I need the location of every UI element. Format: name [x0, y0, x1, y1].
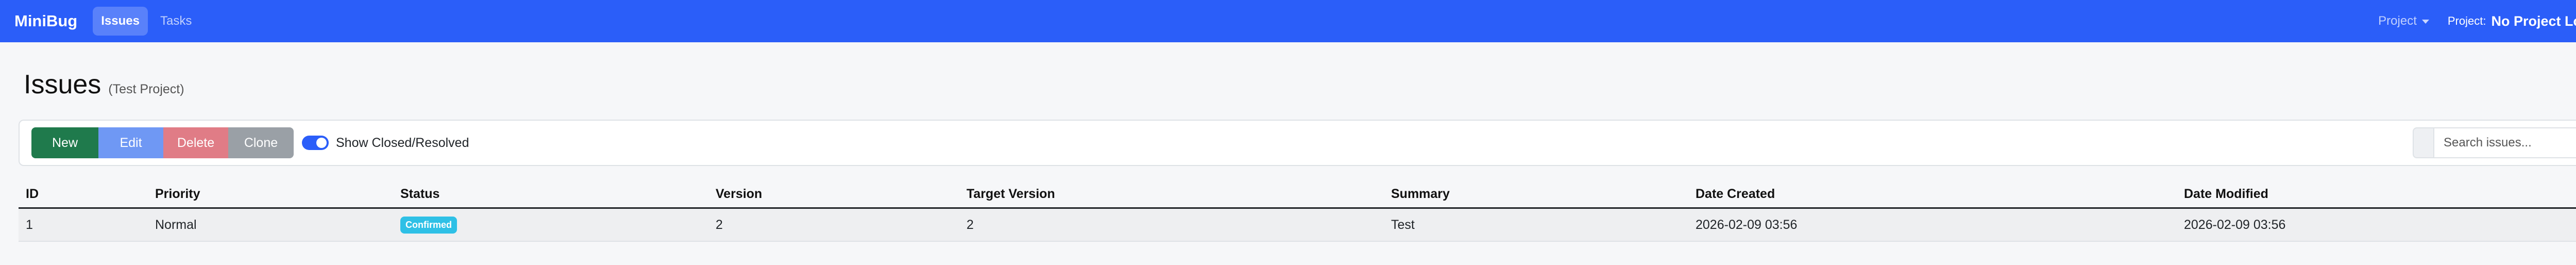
column-header-date-modified[interactable]: Date Modified	[2177, 180, 2576, 209]
show-closed-toggle[interactable]	[302, 136, 329, 150]
column-header-target-version[interactable]: Target Version	[959, 180, 1384, 209]
cell-target-version: 2	[959, 208, 1384, 242]
column-header-date-created[interactable]: Date Created	[1688, 180, 2177, 209]
project-value: No Project Loaded	[2491, 13, 2576, 29]
column-header-id[interactable]: ID	[19, 180, 148, 209]
issues-table: ID Priority Status Version Target Versio…	[19, 180, 2576, 242]
table-header-row: ID Priority Status Version Target Versio…	[19, 180, 2576, 209]
table-row[interactable]: 1 Normal Confirmed 2 2 Test 2026-02-09 0…	[19, 208, 2576, 242]
cell-date-modified: 2026-02-09 03:56	[2177, 208, 2576, 242]
cell-date-created: 2026-02-09 03:56	[1688, 208, 2177, 242]
column-header-priority[interactable]: Priority	[148, 180, 393, 209]
nav-link-issues[interactable]: Issues	[93, 7, 148, 36]
toolbar: New Edit Delete Clone Show Closed/Resolv…	[19, 120, 2576, 166]
edit-button[interactable]: Edit	[98, 127, 163, 158]
cell-priority: Normal	[148, 208, 393, 242]
show-closed-toggle-wrap: Show Closed/Resolved	[302, 136, 469, 151]
cell-summary: Test	[1384, 208, 1688, 242]
status-badge: Confirmed	[400, 216, 457, 234]
project-dropdown[interactable]: Project	[2378, 14, 2429, 28]
action-button-group: New Edit Delete Clone	[31, 127, 294, 158]
show-closed-label[interactable]: Show Closed/Resolved	[336, 136, 469, 151]
search-group	[2413, 127, 2576, 158]
cell-status: Confirmed	[393, 208, 708, 242]
search-input[interactable]	[2433, 127, 2576, 158]
column-header-summary[interactable]: Summary	[1384, 180, 1688, 209]
search-addon	[2413, 127, 2433, 158]
clone-button[interactable]: Clone	[228, 127, 294, 158]
caret-down-icon	[2421, 20, 2429, 24]
delete-button[interactable]: Delete	[163, 127, 228, 158]
page-title: Issues	[24, 70, 101, 100]
navbar-right: Project Project: No Project Loaded	[2378, 13, 2576, 29]
toggle-knob	[316, 138, 327, 148]
column-header-version[interactable]: Version	[708, 180, 959, 209]
navbar: MiniBug Issues Tasks Project Project: No…	[0, 0, 2576, 42]
new-button[interactable]: New	[31, 127, 98, 158]
nav-link-tasks[interactable]: Tasks	[152, 7, 200, 36]
page-subtitle: (Test Project)	[108, 82, 184, 96]
cell-version: 2	[708, 208, 959, 242]
project-label: Project:	[2447, 14, 2486, 27]
page-header: Issues (Test Project)	[24, 69, 184, 100]
project-dropdown-label: Project	[2378, 14, 2417, 28]
brand-logo[interactable]: MiniBug	[14, 12, 77, 30]
cell-id: 1	[19, 208, 148, 242]
column-header-status[interactable]: Status	[393, 180, 708, 209]
